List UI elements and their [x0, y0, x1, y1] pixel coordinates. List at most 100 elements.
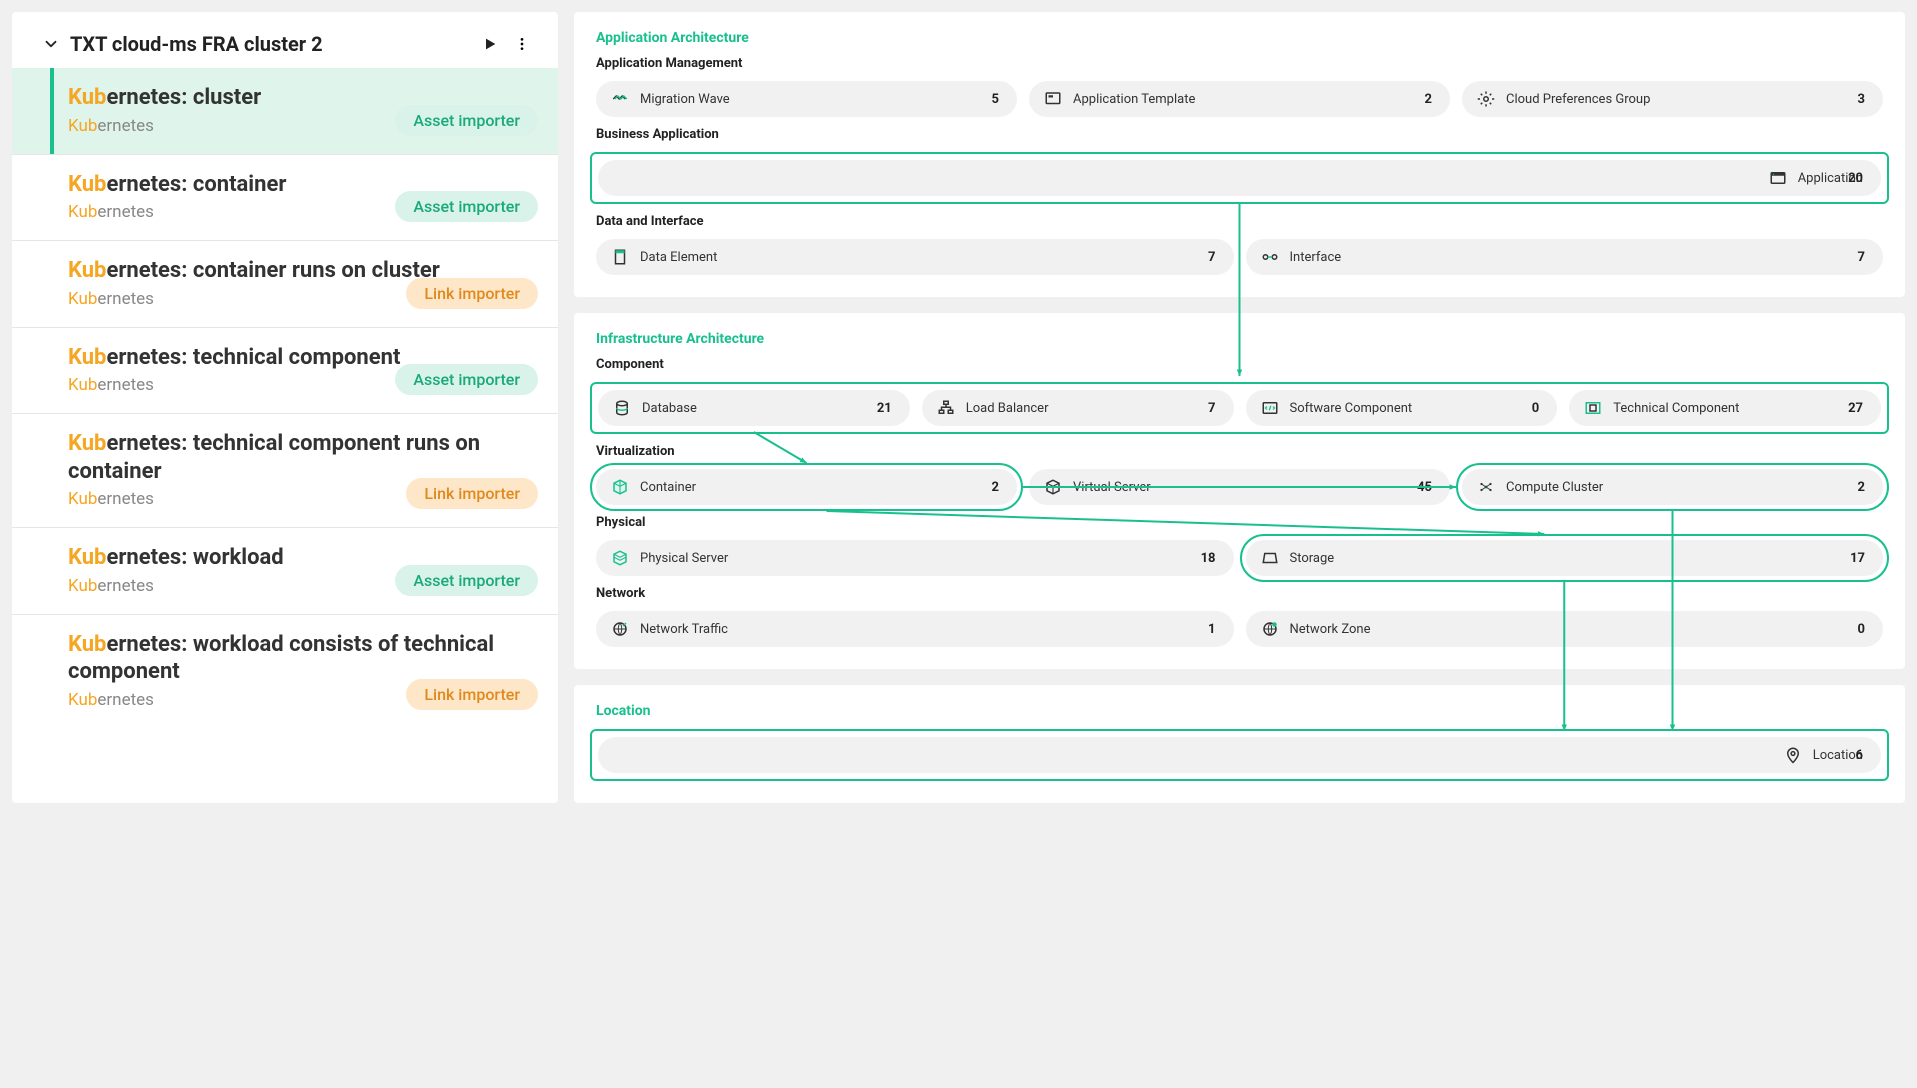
pill-count: 2	[1425, 92, 1432, 107]
pill-container[interactable]: Container2	[596, 469, 1017, 505]
pill-data-element[interactable]: Data Element7	[596, 239, 1234, 275]
pill-migration-wave[interactable]: Migration Wave5	[596, 81, 1017, 117]
pill-count: 2	[1858, 480, 1865, 495]
pill-label: Load Balancer	[966, 401, 1208, 416]
match-highlight: Kub	[68, 545, 106, 570]
pill-row: Data Element7Interface7	[596, 239, 1883, 275]
pill-row: Network Traffic1 Network Zone0	[596, 611, 1883, 647]
pserver-icon	[610, 548, 630, 568]
app-icon	[1768, 168, 1788, 188]
importer-badge: Link importer	[406, 679, 538, 710]
pill-count: 0	[1858, 622, 1865, 637]
pill-network-zone[interactable]: Network Zone0	[1246, 611, 1884, 647]
group-title: Business Application	[596, 127, 1883, 142]
cluster-icon	[1476, 477, 1496, 497]
importer-list-item[interactable]: Kubernetes: workload consists of technic…	[12, 614, 558, 728]
pill-row: Application20	[590, 152, 1889, 204]
group-title: Component	[596, 357, 1883, 372]
importer-header: TXT cloud-ms FRA cluster 2	[12, 22, 558, 68]
pill-application[interactable]: Application20	[598, 160, 1881, 196]
container-icon	[610, 477, 630, 497]
pill-network-traffic[interactable]: Network Traffic1	[596, 611, 1234, 647]
importer-list-item[interactable]: Kubernetes: container runs on clusterKub…	[12, 240, 558, 327]
techcomp-icon	[1583, 398, 1603, 418]
architecture-panel: Application Architecture Application Mana…	[574, 12, 1905, 803]
pill-row: Migration Wave5 Application Template2 Clou…	[596, 81, 1883, 117]
chevron-down-icon[interactable]	[42, 35, 60, 53]
netzone-icon	[1260, 619, 1280, 639]
play-icon[interactable]	[474, 28, 506, 60]
architecture-section: Infrastructure ArchitectureComponentData…	[574, 313, 1905, 669]
match-highlight: Kub	[68, 345, 106, 370]
pill-label: Data Element	[640, 250, 1208, 265]
pill-storage[interactable]: Storage17	[1246, 540, 1884, 576]
group-title: Virtualization	[596, 444, 1883, 459]
database-icon	[612, 398, 632, 418]
pill-count: 1	[1208, 622, 1215, 637]
pill-count: 7	[1208, 250, 1215, 265]
pill-count: 3	[1858, 92, 1865, 107]
pill-row: Location6	[590, 729, 1889, 781]
importer-list: Kubernetes: clusterKubernetesAsset impor…	[12, 68, 558, 728]
loadbalancer-icon	[936, 398, 956, 418]
importer-item-title: Kubernetes: workload consists of technic…	[68, 631, 538, 686]
data-icon	[610, 247, 630, 267]
pill-row: Database21 Load Balancer7 Software Compone…	[590, 382, 1889, 434]
more-vert-icon[interactable]	[506, 28, 538, 60]
pill-interface[interactable]: Interface7	[1246, 239, 1884, 275]
match-highlight: Kub	[68, 375, 97, 395]
importer-item-title: Kubernetes: technical component runs on …	[68, 430, 538, 485]
pill-count: 27	[1848, 401, 1863, 416]
group-title: Network	[596, 586, 1883, 601]
pill-label: Physical Server	[640, 551, 1201, 566]
importer-list-item[interactable]: Kubernetes: workloadKubernetesAsset impo…	[12, 527, 558, 614]
match-highlight: Kub	[68, 85, 106, 110]
match-highlight: Kub	[68, 489, 97, 509]
pill-cloud-preferences-group[interactable]: Cloud Preferences Group3	[1462, 81, 1883, 117]
pill-location[interactable]: Location6	[598, 737, 1881, 773]
pill-label: Database	[642, 401, 877, 416]
template-icon	[1043, 89, 1063, 109]
pill-physical-server[interactable]: Physical Server18	[596, 540, 1234, 576]
pill-load-balancer[interactable]: Load Balancer7	[922, 390, 1234, 426]
section-title: Application Architecture	[596, 30, 1883, 46]
importer-list-item[interactable]: Kubernetes: technical component runs on …	[12, 413, 558, 527]
pill-application-template[interactable]: Application Template2	[1029, 81, 1450, 117]
importer-badge: Link importer	[406, 478, 538, 509]
match-highlight: Kub	[68, 258, 106, 283]
importer-list-item[interactable]: Kubernetes: clusterKubernetesAsset impor…	[12, 68, 558, 154]
pill-label: Software Component	[1290, 401, 1532, 416]
pill-label: Virtual Server	[1073, 480, 1417, 495]
location-icon	[1783, 745, 1803, 765]
storage-icon	[1260, 548, 1280, 568]
architecture-section: Application Architecture Application Mana…	[574, 12, 1905, 297]
pill-label: Application Template	[1073, 92, 1425, 107]
match-highlight: Kub	[68, 202, 97, 222]
gear-icon	[1476, 89, 1496, 109]
importer-list-item[interactable]: Kubernetes: containerKubernetesAsset imp…	[12, 154, 558, 241]
pill-label: Network Traffic	[640, 622, 1208, 637]
group-title: Application Management	[596, 56, 1883, 71]
pill-label: Compute Cluster	[1506, 480, 1858, 495]
pill-label: Technical Component	[1613, 401, 1848, 416]
pill-compute-cluster[interactable]: Compute Cluster2	[1462, 469, 1883, 505]
pill-count: 7	[1858, 250, 1865, 265]
interface-icon	[1260, 247, 1280, 267]
pill-database[interactable]: Database21	[598, 390, 910, 426]
importer-badge: Asset importer	[395, 364, 538, 395]
match-highlight: Kub	[68, 632, 106, 657]
pill-count: 2	[992, 480, 999, 495]
pill-label: Migration Wave	[640, 92, 992, 107]
nettraffic-icon	[610, 619, 630, 639]
pill-technical-component[interactable]: Technical Component27	[1569, 390, 1881, 426]
pill-label: Container	[640, 480, 992, 495]
pill-software-component[interactable]: Software Component0	[1246, 390, 1558, 426]
section-title: Location	[596, 703, 1883, 719]
pill-virtual-server[interactable]: Virtual Server45	[1029, 469, 1450, 505]
pill-label: Network Zone	[1290, 622, 1858, 637]
pill-label: Cloud Preferences Group	[1506, 92, 1858, 107]
match-highlight: Kub	[68, 576, 97, 596]
vserver-icon	[1043, 477, 1063, 497]
match-highlight: Kub	[68, 289, 97, 309]
importer-list-item[interactable]: Kubernetes: technical componentKubernete…	[12, 327, 558, 414]
